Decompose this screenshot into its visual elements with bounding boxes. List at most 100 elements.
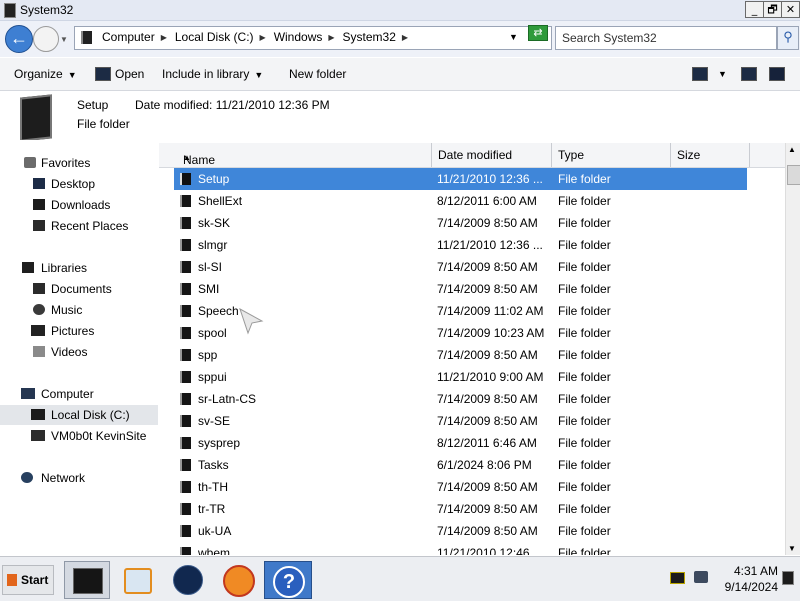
file-name: sppui	[198, 370, 227, 384]
file-date: 7/14/2009 8:50 AM	[437, 414, 538, 428]
folder-icon	[180, 415, 191, 427]
folder-icon	[180, 261, 191, 273]
file-date: 7/14/2009 11:02 AM	[437, 304, 544, 318]
file-row[interactable]: ShellExt 8/12/2011 6:00 AM File folder	[174, 190, 747, 212]
file-name: sr-Latn-CS	[198, 392, 257, 406]
file-type: File folder	[558, 436, 611, 450]
network-status-icon[interactable]	[694, 571, 708, 583]
taskbar: Start ? 4:31 AM 9/14/2024	[0, 556, 800, 601]
file-type: File folder	[558, 172, 611, 186]
file-name: spool	[198, 326, 227, 340]
file-type: File folder	[558, 282, 611, 296]
file-name: sv-SE	[198, 414, 231, 428]
file-name: Setup	[198, 172, 230, 186]
file-row[interactable]: sk-SK 7/14/2009 8:50 AM File folder	[174, 212, 747, 234]
globe-icon	[173, 565, 203, 595]
file-row[interactable]: tr-TR 7/14/2009 8:50 AM File folder	[174, 498, 747, 520]
folder-icon	[180, 305, 191, 317]
help-icon: ?	[273, 566, 305, 598]
folder-icon	[180, 525, 191, 537]
file-row[interactable]: sr-Latn-CS 7/14/2009 8:50 AM File folder	[174, 388, 747, 410]
clock[interactable]: 4:31 AM 9/14/2024	[708, 563, 778, 595]
folder-icon	[180, 239, 191, 251]
file-name: uk-UA	[198, 524, 232, 538]
file-name: spp	[198, 348, 218, 362]
file-name: SMI	[198, 282, 220, 296]
folder-icon	[180, 503, 191, 515]
file-date: 8/12/2011 6:46 AM	[437, 436, 537, 450]
folder-icon	[180, 459, 191, 471]
vertical-scrollbar[interactable]: ▲ ▼	[785, 143, 800, 555]
media-player-icon	[124, 568, 152, 594]
file-type: File folder	[558, 348, 611, 362]
file-date: 7/14/2009 8:50 AM	[437, 348, 538, 362]
windows-flag-icon	[7, 574, 17, 586]
file-type: File folder	[558, 392, 611, 406]
taskbar-explorer[interactable]	[64, 561, 110, 599]
folder-icon	[180, 195, 191, 207]
file-row[interactable]: slmgr 11/21/2010 12:36 ... File folder	[174, 234, 747, 256]
file-date: 7/14/2009 8:50 AM	[437, 480, 538, 494]
folder-icon	[180, 393, 191, 405]
file-name: slmgr	[198, 238, 228, 252]
file-row[interactable]: th-TH 7/14/2009 8:50 AM File folder	[174, 476, 747, 498]
file-date: 7/14/2009 10:23 AM	[437, 326, 545, 340]
start-button[interactable]: Start	[2, 565, 54, 595]
file-type: File folder	[558, 502, 611, 516]
start-label: Start	[21, 573, 49, 587]
folder-icon	[180, 349, 191, 361]
file-type: File folder	[558, 216, 611, 230]
file-date: 11/21/2010 12:36 ...	[437, 172, 543, 186]
taskbar-help[interactable]: ?	[264, 561, 312, 599]
taskbar-browser[interactable]	[166, 561, 210, 597]
file-row[interactable]: sl-SI 7/14/2009 8:50 AM File folder	[174, 256, 747, 278]
taskbar-media-player[interactable]	[115, 561, 159, 597]
file-date: 11/21/2010 9:00 AM	[437, 370, 544, 384]
file-row[interactable]: Tasks 6/1/2024 8:06 PM File folder	[174, 454, 747, 476]
file-row[interactable]: sppui 11/21/2010 9:00 AM File folder	[174, 366, 747, 388]
file-type: File folder	[558, 480, 611, 494]
mouse-pointer-icon	[239, 307, 264, 335]
clock-date: 9/14/2024	[724, 580, 778, 594]
file-row[interactable]: sv-SE 7/14/2009 8:50 AM File folder	[174, 410, 747, 432]
firefox-icon	[223, 565, 255, 597]
file-row[interactable]: wbem 11/21/2010 12:46 ... File folder	[174, 542, 747, 555]
file-type: File folder	[558, 370, 611, 384]
clock-time: 4:31 AM	[733, 564, 778, 578]
taskbar-firefox[interactable]	[216, 561, 260, 597]
file-name: sk-SK	[198, 216, 231, 230]
file-row[interactable]: Setup 11/21/2010 12:36 ... File folder	[174, 168, 747, 190]
file-date: 6/1/2024 8:06 PM	[437, 458, 532, 472]
file-date: 7/14/2009 8:50 AM	[437, 216, 538, 230]
file-name: tr-TR	[198, 502, 226, 516]
file-date: 11/21/2010 12:46 ...	[437, 546, 543, 555]
file-name: wbem	[198, 546, 231, 555]
file-type: File folder	[558, 304, 611, 318]
file-row[interactable]: SMI 7/14/2009 8:50 AM File folder	[174, 278, 747, 300]
file-name: sysprep	[198, 436, 241, 450]
file-date: 7/14/2009 8:50 AM	[437, 502, 538, 516]
folder-icon	[180, 217, 191, 229]
action-center-icon[interactable]	[670, 572, 685, 584]
file-type: File folder	[558, 238, 611, 252]
file-row[interactable]: sysprep 8/12/2011 6:46 AM File folder	[174, 432, 747, 454]
scroll-up-icon[interactable]: ▲	[788, 145, 796, 154]
file-type: File folder	[558, 414, 611, 428]
scroll-down-icon[interactable]: ▼	[788, 544, 796, 553]
file-date: 8/12/2011 6:00 AM	[437, 194, 537, 208]
folder-icon	[180, 547, 191, 555]
folder-icon	[180, 173, 191, 185]
file-date: 11/21/2010 12:36 ...	[437, 238, 543, 252]
scrollbar-thumb[interactable]	[787, 165, 800, 185]
folder-icon	[180, 371, 191, 383]
file-name: th-TH	[198, 480, 228, 494]
file-name: ShellExt	[198, 194, 243, 208]
file-row[interactable]: spp 7/14/2009 8:50 AM File folder	[174, 344, 747, 366]
file-date: 7/14/2009 8:50 AM	[437, 282, 538, 296]
folder-icon	[180, 327, 191, 339]
file-date: 7/14/2009 8:50 AM	[437, 260, 538, 274]
show-desktop-icon[interactable]	[782, 571, 794, 585]
file-row[interactable]: uk-UA 7/14/2009 8:50 AM File folder	[174, 520, 747, 542]
file-name: Speech	[198, 304, 239, 318]
file-date: 7/14/2009 8:50 AM	[437, 524, 538, 538]
